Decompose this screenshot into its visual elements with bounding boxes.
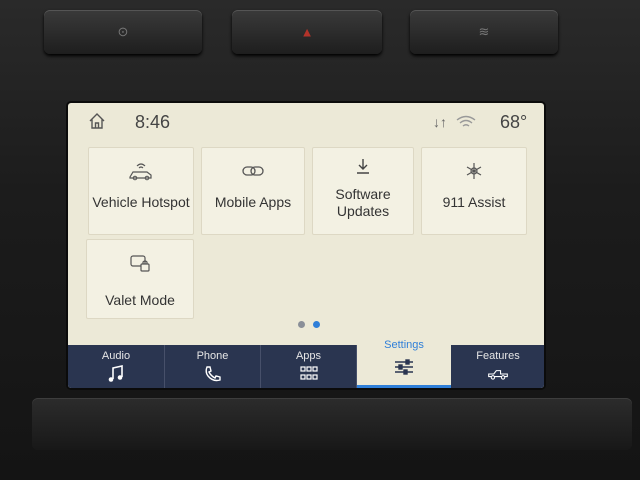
tile-vehicle-hotspot[interactable]: Vehicle Hotspot — [88, 147, 194, 235]
tile-software-updates[interactable]: Software Updates — [312, 147, 414, 235]
bottom-nav-bar: Audio Phone Apps Settings Features — [68, 333, 544, 388]
tile-valet-mode[interactable]: Valet Mode — [86, 239, 194, 319]
tab-settings[interactable]: Settings — [357, 333, 451, 388]
hotspot-icon — [129, 163, 152, 181]
sliders-icon — [395, 359, 413, 375]
valet-lock-icon — [130, 255, 150, 272]
home-icon[interactable] — [88, 112, 106, 130]
tab-audio[interactable]: Audio — [68, 345, 165, 388]
status-bar: 8:46 ↓↑ 68° — [68, 103, 544, 143]
lower-dash-trim — [32, 398, 632, 450]
link-icon — [242, 166, 264, 176]
tab-apps[interactable]: Apps — [261, 345, 357, 388]
hazard-icon: ▲ — [300, 24, 314, 40]
tab-label: Apps — [295, 350, 322, 362]
tab-label: Audio — [101, 350, 131, 362]
tab-label: Features — [476, 350, 520, 362]
assist-icon — [466, 163, 482, 179]
front-defrost-button[interactable]: ⊙ — [44, 10, 202, 54]
data-arrows-icon: ↓↑ — [433, 114, 447, 130]
tab-label: Settings — [384, 339, 424, 351]
rear-defrost-button[interactable]: ≋ — [410, 10, 558, 54]
tile-label: Vehicle Hotspot — [92, 194, 190, 210]
tile-label: Software Updates — [335, 186, 391, 219]
outside-temperature: 68° — [500, 112, 528, 132]
tab-label: Phone — [196, 350, 229, 362]
page-dot-2[interactable] — [313, 321, 320, 328]
tab-phone[interactable]: Phone — [165, 345, 261, 388]
music-note-icon — [108, 365, 123, 382]
apps-grid-icon — [299, 366, 318, 380]
page-dot-1[interactable] — [298, 321, 305, 328]
phone-icon — [205, 366, 221, 382]
touchscreen: 8:46 ↓↑ 68° Vehicle Hotspot Mobile Apps … — [68, 103, 544, 388]
tile-911-assist[interactable]: 911 Assist — [421, 147, 527, 235]
active-tab-indicator — [357, 385, 451, 388]
tile-label: 911 Assist — [442, 194, 506, 210]
tile-mobile-apps[interactable]: Mobile Apps — [201, 147, 305, 235]
tile-label: Mobile Apps — [214, 194, 292, 210]
tab-features[interactable]: Features — [452, 345, 544, 388]
clock: 8:46 — [135, 112, 171, 132]
hazard-button[interactable]: ▲ — [232, 10, 382, 54]
download-icon — [357, 159, 369, 174]
defrost-icon: ⊙ — [117, 24, 129, 39]
wifi-icon — [456, 115, 476, 127]
truck-icon — [488, 370, 508, 380]
rear-defrost-icon: ≋ — [478, 24, 490, 39]
tile-label: Valet Mode — [105, 292, 175, 308]
